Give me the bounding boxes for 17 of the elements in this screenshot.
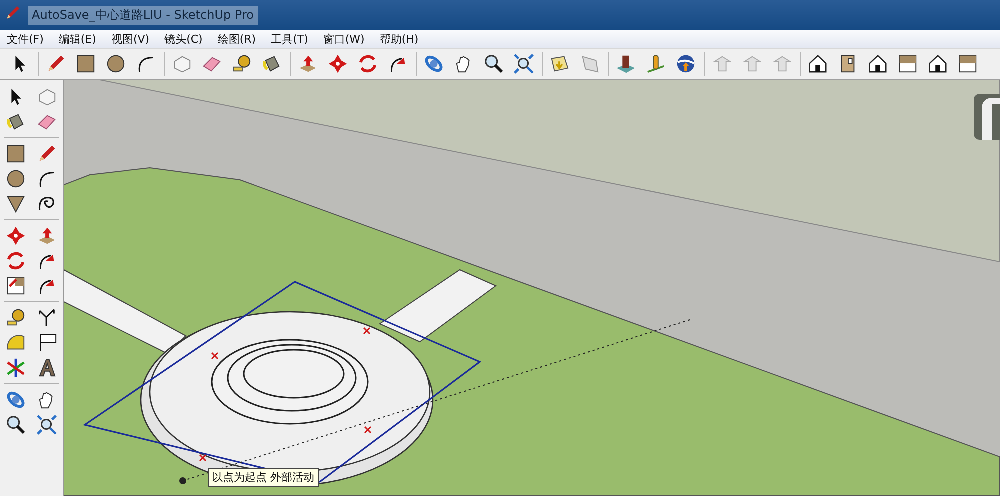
axes-icon[interactable] [4, 356, 28, 379]
zoom-extents-icon[interactable] [36, 413, 59, 436]
search-icon[interactable] [482, 52, 506, 76]
side-panel-tab[interactable] [974, 94, 1000, 140]
search-icon[interactable] [4, 413, 28, 436]
menu-item[interactable]: 视图(V) [110, 32, 151, 46]
menu-item[interactable]: 窗口(W) [322, 32, 366, 46]
menu-item[interactable]: 编辑(E) [58, 32, 98, 46]
window-title: AutoSave_中心道路LIU - SketchUp Pro [28, 6, 258, 24]
menu-item[interactable]: 镜头(C) [164, 32, 204, 46]
menu-item[interactable]: 帮助(H) [378, 32, 420, 46]
zoom-extents-icon[interactable] [512, 52, 536, 76]
app-icon [4, 4, 22, 22]
menu-item[interactable]: 工具(T) [270, 32, 310, 46]
menu-item[interactable]: 文件(F) [6, 32, 45, 46]
tooltip: 以点为起点 外部活动 [208, 468, 318, 487]
menu-item[interactable]: 绘图(R) [216, 32, 258, 46]
